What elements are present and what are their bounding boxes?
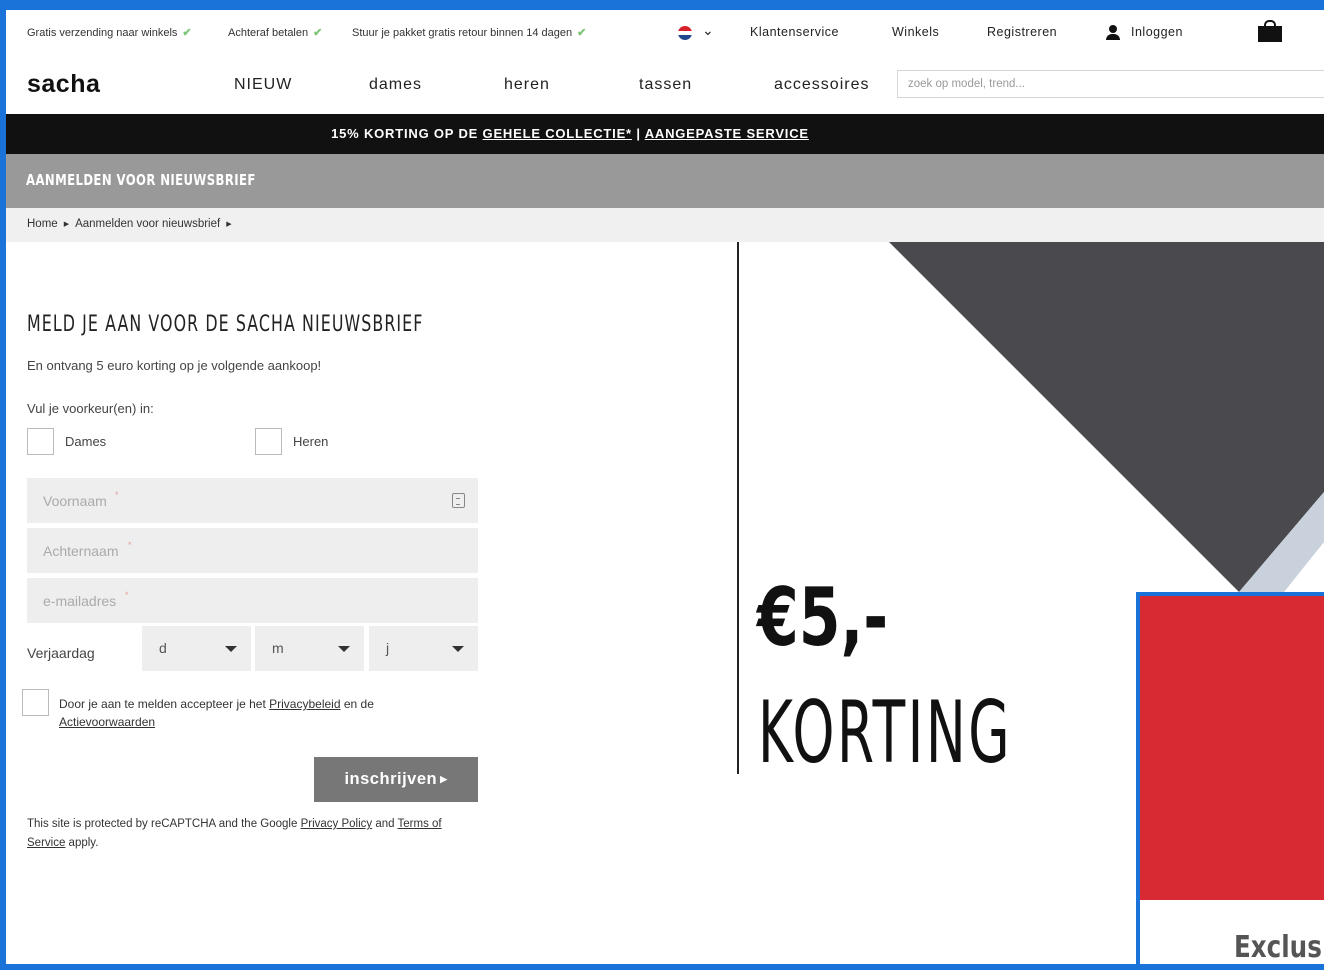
recaptcha-notice: This site is protected by reCAPTCHA and … (27, 818, 442, 849)
check-icon: ✔ (577, 27, 587, 39)
breadcrumb-arrow-icon: ▶ (63, 221, 70, 228)
promo-separator: | (631, 126, 645, 141)
nav-item-tassen[interactable]: tassen (639, 76, 692, 94)
page-title-band: AANMELDEN VOOR NIEUWSBRIEF (6, 154, 1324, 208)
discount-amount: €5,- (757, 571, 889, 664)
form-title: MELD JE AAN VOOR DE SACHA NIEUWSBRIEF (27, 312, 424, 337)
month-value: m (272, 640, 284, 656)
google-privacy-link[interactable]: Privacy Policy (301, 818, 373, 830)
checkbox-heren[interactable] (255, 428, 282, 455)
email-field[interactable] (27, 578, 478, 623)
promo-service-link[interactable]: AANGEPASTE SERVICE (645, 126, 809, 141)
breadcrumb-arrow-icon: ▶ (226, 221, 232, 228)
shopping-bag-icon[interactable] (1258, 20, 1282, 42)
promo-banner: 15% KORTING OP DE GEHELE COLLECTIE* | AA… (6, 114, 1324, 154)
customer-service-link[interactable]: Klantenservice (750, 25, 839, 39)
birthday-year-select[interactable]: j (369, 626, 478, 671)
required-mark: * (125, 590, 129, 600)
birthday-day-select[interactable]: d (142, 626, 251, 671)
user-icon[interactable] (1106, 25, 1120, 41)
preference-label: Vul je voorkeur(en) in: (27, 401, 154, 416)
promo-popup[interactable]: Exclus (1136, 592, 1324, 970)
autofill-contact-icon[interactable] (452, 493, 465, 508)
consent-checkbox[interactable] (22, 689, 49, 716)
breadcrumb: Home ▶ Aanmelden voor nieuwsbrief ▶ (6, 208, 1324, 242)
check-icon: ✔ (182, 27, 192, 39)
stores-link[interactable]: Winkels (892, 25, 939, 39)
caret-down-icon (452, 646, 464, 652)
usp-free-shipping: Gratis verzending naar winkels ✔ (27, 27, 192, 39)
checkbox-heren-label: Heren (293, 434, 329, 449)
search-input[interactable] (897, 70, 1324, 98)
breadcrumb-current[interactable]: Aanmelden voor nieuwsbrief (75, 218, 220, 230)
privacy-policy-link[interactable]: Privacybeleid (269, 697, 340, 711)
caret-down-icon (225, 646, 237, 652)
first-name-field[interactable] (27, 478, 478, 523)
last-name-field[interactable] (27, 528, 478, 573)
arrow-right-icon: ▶ (440, 774, 448, 784)
breadcrumb-home[interactable]: Home (27, 218, 58, 230)
hero-triangle-graphic (889, 242, 1324, 592)
terms-link[interactable]: Actievoorwaarden (59, 715, 155, 729)
logo[interactable]: sacha (27, 70, 100, 99)
usp-pay-later: Achteraf betalen ✔ (228, 27, 323, 39)
nav-item-accessoires[interactable]: accessoires (774, 76, 869, 94)
promo-text: 15% KORTING OP DE (331, 126, 483, 141)
usp-free-returns: Stuur je pakket gratis retour binnen 14 … (352, 27, 587, 39)
consent-text: Door je aan te melden accepteer je het P… (59, 697, 374, 729)
popup-red-banner (1140, 596, 1324, 900)
discount-label: KORTING (758, 683, 1013, 783)
birthday-month-select[interactable]: m (255, 626, 364, 671)
form-subtitle: En ontvang 5 euro korting op je volgende… (27, 358, 322, 373)
checkbox-dames[interactable] (27, 428, 54, 455)
register-link[interactable]: Registreren (987, 25, 1057, 39)
promo-collection-link[interactable]: GEHELE COLLECTIE* (483, 126, 632, 141)
birthday-label: Verjaardag (27, 645, 95, 661)
year-value: j (386, 640, 390, 656)
nav-item-dames[interactable]: dames (369, 76, 422, 94)
check-icon: ✔ (313, 27, 323, 39)
top-bar: Gratis verzending naar winkels ✔ Achteraf… (6, 10, 1324, 54)
chevron-down-icon[interactable]: ⌄ (702, 22, 714, 39)
checkbox-dames-label: Dames (65, 434, 107, 449)
required-mark: * (128, 540, 132, 550)
page-title: AANMELDEN VOOR NIEUWSBRIEF (26, 171, 256, 189)
popup-text: Exclus (1234, 930, 1322, 965)
window-frame-top (0, 0, 1324, 10)
login-link[interactable]: Inloggen (1131, 25, 1183, 39)
nav-item-nieuw[interactable]: NIEUW (234, 76, 292, 94)
dutch-flag-icon[interactable] (678, 26, 692, 40)
subscribe-button[interactable]: inschrijven ▶ (314, 757, 478, 802)
main-navigation: sacha NIEUW dames heren tassen accessoir… (6, 54, 1324, 114)
nav-item-heren[interactable]: heren (504, 76, 550, 94)
day-value: d (159, 640, 167, 656)
required-mark: * (115, 490, 119, 500)
caret-down-icon (338, 646, 350, 652)
